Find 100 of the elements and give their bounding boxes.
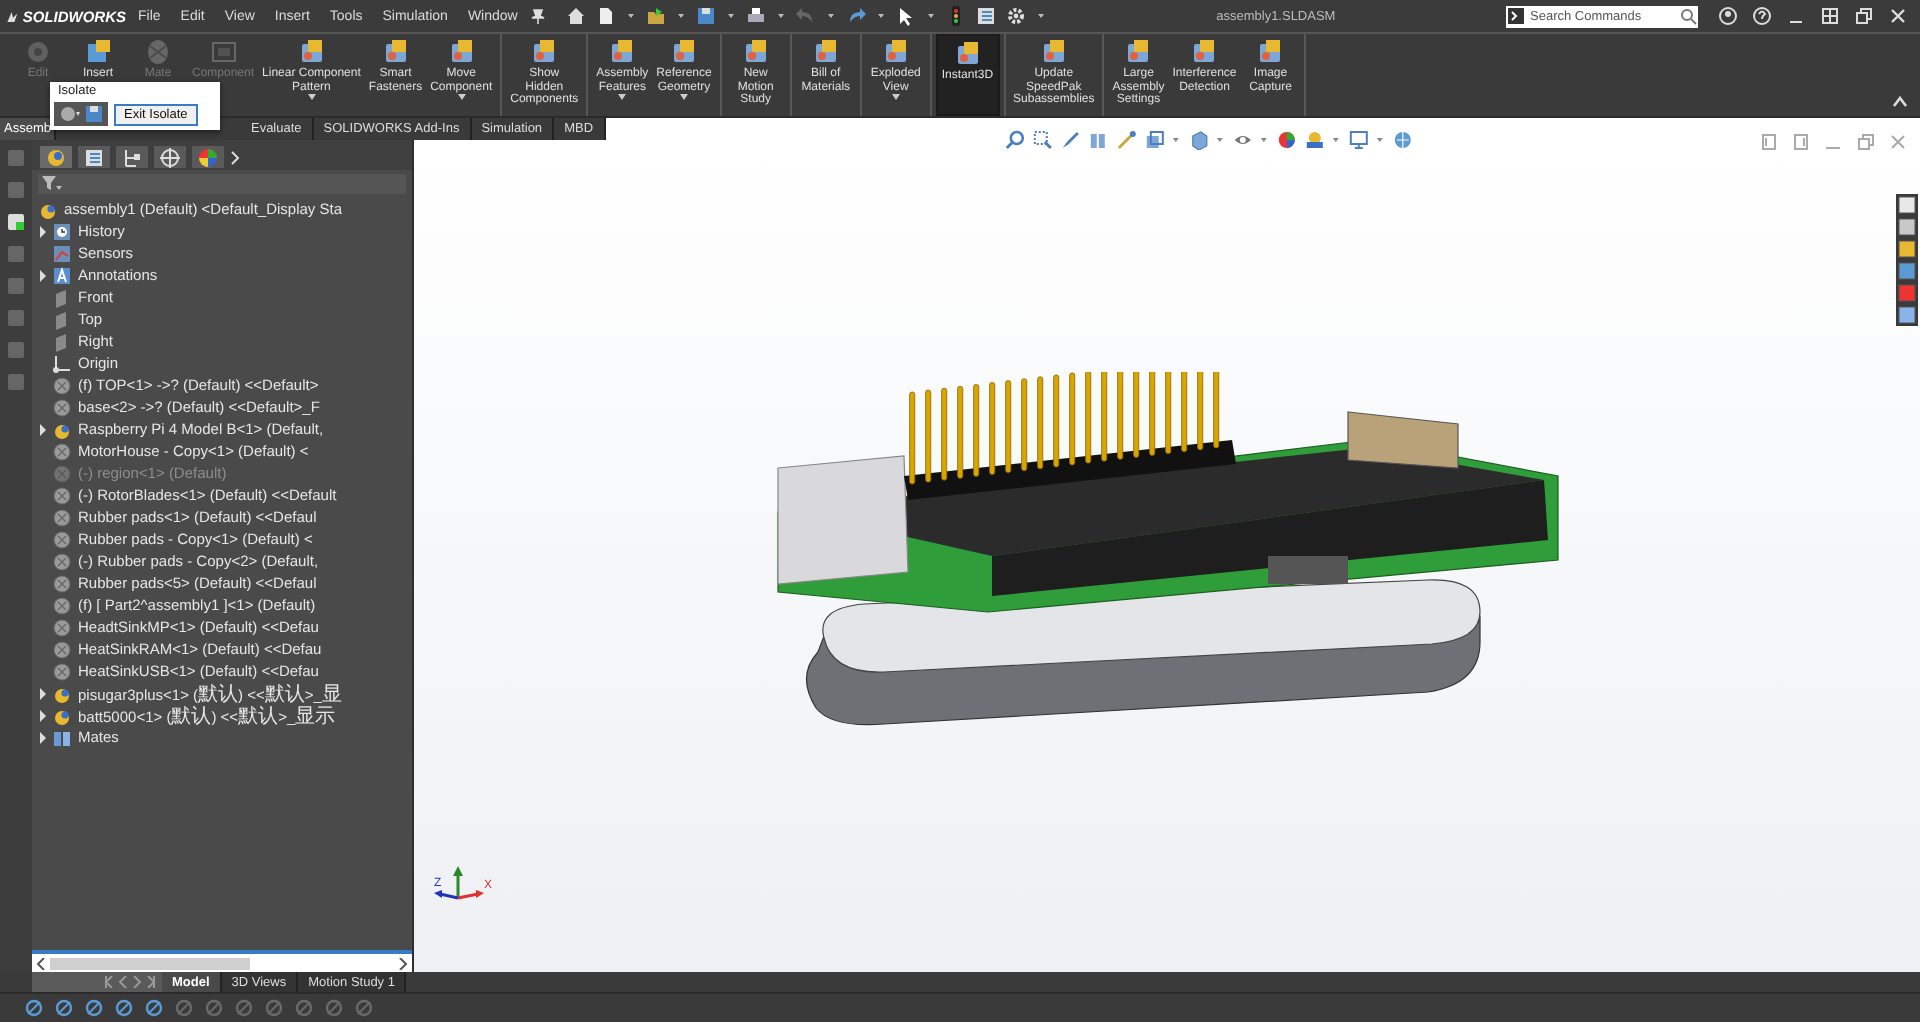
expand-arrow-icon[interactable]	[37, 731, 47, 743]
magnifier-icon[interactable]	[1003, 130, 1024, 150]
globe-icon[interactable]	[1391, 130, 1412, 150]
redo-icon[interactable]	[845, 6, 866, 26]
scroll-thumb[interactable]	[50, 957, 250, 969]
component-tool-icon	[1124, 38, 1153, 66]
part-icon	[52, 661, 72, 681]
restore-icon[interactable]	[1854, 6, 1874, 26]
sketch-tool-icon[interactable]	[294, 998, 314, 1018]
chevron-right-icon[interactable]	[230, 149, 242, 165]
annotation-icon	[52, 265, 72, 285]
sketch-tool-icon[interactable]	[264, 998, 284, 1018]
assembly-icon	[52, 683, 72, 703]
component-tool-icon	[530, 38, 559, 66]
gear-icon[interactable]	[1005, 6, 1026, 26]
part-icon	[52, 595, 72, 615]
component-tool-icon	[447, 38, 476, 66]
monitor-icon[interactable]	[1347, 130, 1368, 150]
part-icon	[52, 551, 72, 571]
component-tool-icon	[670, 38, 699, 66]
user-icon[interactable]	[1718, 6, 1738, 26]
help-icon[interactable]	[1752, 6, 1772, 26]
configuration-tree-icon[interactable]	[120, 145, 144, 169]
section-box-icon[interactable]	[1087, 130, 1108, 150]
component-tool-icon	[741, 38, 770, 66]
eye-icon[interactable]	[1231, 130, 1252, 150]
part-icon	[52, 573, 72, 593]
component-tool-icon	[608, 38, 637, 66]
sketch-tool-icon[interactable]	[324, 998, 344, 1018]
sketch-tool-icon[interactable]	[54, 998, 74, 1018]
component-tool-icon	[209, 38, 238, 66]
horizontal-scrollbar[interactable]	[32, 950, 412, 972]
sketch-tool-icon[interactable]	[84, 998, 104, 1018]
component-tool-icon	[297, 38, 326, 66]
terminal-icon	[1508, 8, 1524, 24]
scroll-right-icon[interactable]	[398, 957, 408, 969]
part-icon	[52, 617, 72, 637]
part-icon	[52, 375, 72, 395]
history-icon	[52, 221, 72, 241]
component-tool-icon	[953, 40, 982, 68]
component-tool-icon	[1256, 38, 1285, 66]
property-list-icon[interactable]	[82, 145, 106, 169]
scene-icon[interactable]	[1303, 130, 1324, 150]
assembly-icon	[52, 705, 72, 725]
nav-arrow-icon[interactable]	[104, 976, 114, 988]
toolbar-tool-icon[interactable]	[6, 212, 26, 232]
part-icon	[52, 397, 72, 417]
sketch-tool-icon[interactable]	[354, 998, 374, 1018]
expand-arrow-icon[interactable]	[37, 269, 47, 281]
cube-icon[interactable]	[1187, 130, 1208, 150]
filter-field[interactable]	[38, 174, 406, 194]
crosshair-icon[interactable]	[158, 145, 182, 169]
mates-icon	[52, 727, 72, 747]
component-tool-icon	[84, 38, 112, 66]
panel-left-icon[interactable]	[1760, 132, 1780, 152]
new-document-icon[interactable]	[595, 6, 616, 26]
save-icon[interactable]	[695, 6, 716, 26]
part-icon	[52, 463, 72, 483]
pencil-icon[interactable]	[1059, 130, 1080, 150]
assembly-icon	[38, 199, 58, 219]
display-style-icon[interactable]	[60, 106, 80, 122]
panel-right-icon[interactable]	[1792, 132, 1812, 152]
axis-triad-icon	[434, 866, 484, 900]
scroll-left-icon[interactable]	[36, 957, 46, 969]
component-tool-icon	[381, 38, 410, 66]
sketch-tool-icon[interactable]	[114, 998, 134, 1018]
component-tool-icon	[811, 38, 840, 66]
pin-icon[interactable]	[529, 8, 546, 24]
part-icon	[52, 441, 72, 461]
expand-arrow-icon[interactable]	[37, 423, 47, 435]
expand-arrow-icon[interactable]	[37, 225, 47, 237]
sketch-tool-icon[interactable]	[234, 998, 254, 1018]
sketch-tool-icon[interactable]	[24, 998, 44, 1018]
component-tool-icon	[24, 38, 52, 66]
component-tool-icon	[881, 38, 910, 66]
open-folder-icon[interactable]	[645, 6, 666, 26]
assembly-icon[interactable]	[44, 145, 68, 169]
color-wheel-icon[interactable]	[196, 145, 220, 169]
printer-icon[interactable]	[745, 6, 766, 26]
sketch-tool-icon[interactable]	[144, 998, 164, 1018]
stacked-boxes-icon[interactable]	[1143, 130, 1164, 150]
component-tool-icon	[144, 38, 172, 66]
part-icon	[52, 529, 72, 549]
collapse-caret-icon[interactable]	[1892, 96, 1908, 108]
tile-windows-icon[interactable]	[1820, 6, 1840, 26]
expand-arrow-icon[interactable]	[37, 709, 47, 721]
wand-icon[interactable]	[1115, 130, 1136, 150]
zoom-area-icon[interactable]	[1031, 130, 1052, 150]
expand-arrow-icon[interactable]	[37, 687, 47, 699]
pointer-icon[interactable]	[895, 6, 916, 26]
logo-icon	[6, 7, 19, 25]
component-tool-icon	[1190, 38, 1219, 66]
part-icon	[52, 639, 72, 659]
part-icon	[52, 507, 72, 527]
nav-arrow-icon[interactable]	[146, 976, 156, 988]
search-icon[interactable]	[1678, 5, 1698, 27]
part-icon	[52, 485, 72, 505]
sketch-tool-icon[interactable]	[174, 998, 194, 1018]
color-sphere-icon[interactable]	[1275, 130, 1296, 150]
sketch-tool-icon[interactable]	[204, 998, 224, 1018]
